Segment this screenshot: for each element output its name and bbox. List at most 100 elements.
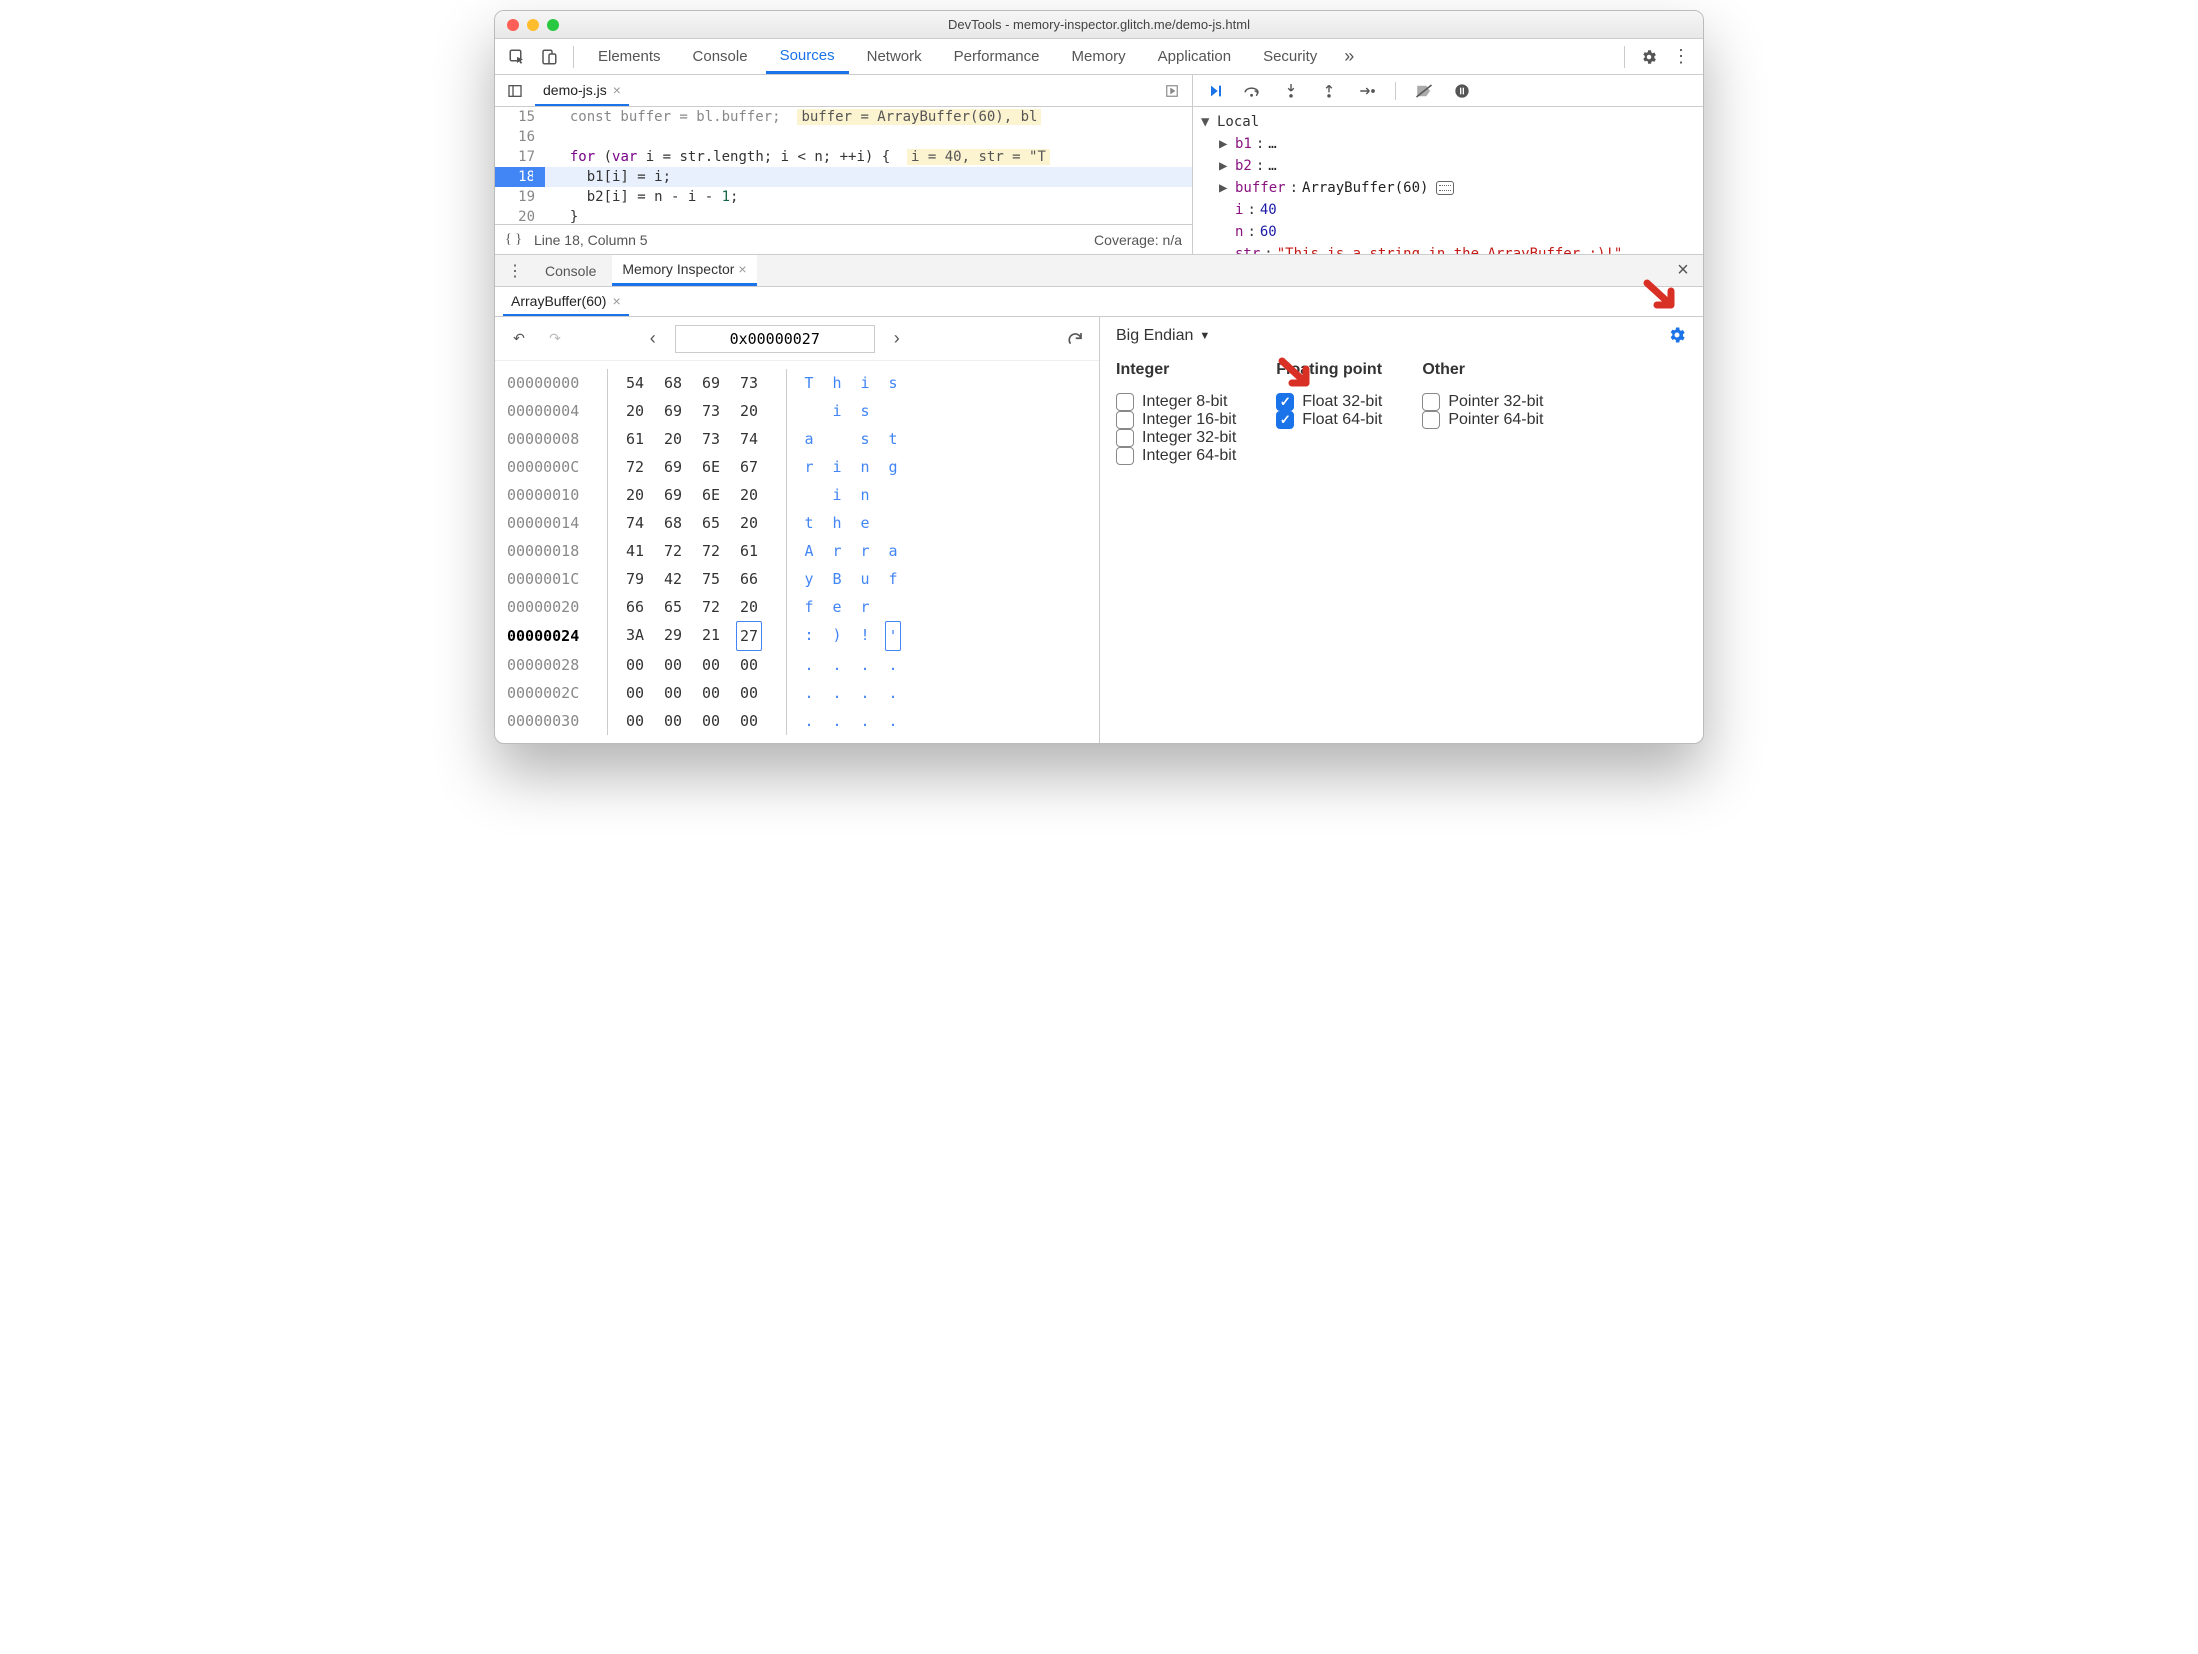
- code-line[interactable]: 20 }: [495, 207, 1192, 224]
- tab-console[interactable]: Console: [679, 39, 762, 74]
- minimize-icon[interactable]: [527, 19, 539, 31]
- integer-settings: Integer Integer 8-bitInteger 16-bitInteg…: [1116, 361, 1236, 465]
- traffic-lights: [507, 19, 559, 31]
- float-option[interactable]: Float 64-bit: [1276, 411, 1382, 429]
- code-line[interactable]: 17 for (var i = str.length; i < n; ++i) …: [495, 147, 1192, 167]
- tab-network[interactable]: Network: [853, 39, 936, 74]
- hex-row[interactable]: 0000002C00000000....: [507, 679, 1087, 707]
- hex-row[interactable]: 000000243A292127:)!': [507, 621, 1087, 651]
- endian-select[interactable]: Big Endian: [1116, 327, 1193, 345]
- nav-icon[interactable]: [501, 77, 529, 105]
- float-option[interactable]: Float 32-bit: [1276, 393, 1382, 411]
- checkbox[interactable]: [1116, 393, 1134, 411]
- hex-row[interactable]: 0000000861207374a st: [507, 425, 1087, 453]
- tab-application[interactable]: Application: [1144, 39, 1245, 74]
- scope-variable[interactable]: ▶buffer: ArrayBuffer(60): [1219, 177, 1695, 199]
- checkbox[interactable]: [1276, 393, 1294, 411]
- maximize-icon[interactable]: [547, 19, 559, 31]
- checkbox[interactable]: [1116, 411, 1134, 429]
- tab-security[interactable]: Security: [1249, 39, 1331, 74]
- hex-row[interactable]: 0000000054686973This: [507, 369, 1087, 397]
- coverage-status: Coverage: n/a: [1094, 232, 1182, 248]
- next-page-icon[interactable]: ›: [883, 325, 911, 353]
- hex-row[interactable]: 0000000420697320 is: [507, 397, 1087, 425]
- code-line[interactable]: 15 const buffer = bl.buffer; buffer = Ar…: [495, 107, 1192, 127]
- prev-page-icon[interactable]: ‹: [639, 325, 667, 353]
- inspect-icon[interactable]: [503, 43, 531, 71]
- code-line[interactable]: 18 b1[i] = i;: [495, 167, 1192, 187]
- other-settings: Other Pointer 32-bitPointer 64-bit: [1422, 361, 1543, 465]
- kebab-menu-icon[interactable]: ⋮: [1667, 43, 1695, 71]
- redo-icon[interactable]: ↷: [541, 325, 569, 353]
- hex-row[interactable]: 0000003000000000....: [507, 707, 1087, 735]
- main-tabs-bar: Elements Console Sources Network Perform…: [495, 39, 1703, 75]
- file-tab-demo-js[interactable]: demo-js.js ×: [535, 75, 629, 106]
- scope-variable[interactable]: n: 60: [1219, 221, 1695, 243]
- integer-option[interactable]: Integer 64-bit: [1116, 447, 1236, 465]
- tab-elements[interactable]: Elements: [584, 39, 675, 74]
- drawer-tab-memory-inspector[interactable]: Memory Inspector ×: [612, 255, 756, 286]
- scope-local-label: Local: [1217, 111, 1259, 133]
- pause-exceptions-icon[interactable]: [1448, 77, 1476, 105]
- checkbox[interactable]: [1276, 411, 1294, 429]
- code-line[interactable]: 19 b2[i] = n - i - 1;: [495, 187, 1192, 207]
- other-option[interactable]: Pointer 64-bit: [1422, 411, 1543, 429]
- mem-tab-arraybuffer[interactable]: ArrayBuffer(60) ×: [503, 287, 629, 316]
- device-icon[interactable]: [535, 43, 563, 71]
- close-drawer-icon[interactable]: ×: [1669, 257, 1697, 285]
- hex-row[interactable]: 0000001841727261Arra: [507, 537, 1087, 565]
- window-title: DevTools - memory-inspector.glitch.me/de…: [505, 17, 1693, 32]
- checkbox[interactable]: [1116, 447, 1134, 465]
- address-input[interactable]: [675, 325, 875, 353]
- chevron-down-icon[interactable]: ▼: [1199, 330, 1210, 342]
- tab-sources[interactable]: Sources: [766, 39, 849, 74]
- resume-icon[interactable]: [1201, 77, 1229, 105]
- integer-option[interactable]: Integer 16-bit: [1116, 411, 1236, 429]
- other-option[interactable]: Pointer 32-bit: [1422, 393, 1543, 411]
- tab-performance[interactable]: Performance: [940, 39, 1054, 74]
- integer-option[interactable]: Integer 8-bit: [1116, 393, 1236, 411]
- hex-row[interactable]: 0000001020696E20 in: [507, 481, 1087, 509]
- value-interpreter: Big Endian ▼ Integer Integer 8-bitIntege…: [1100, 317, 1703, 743]
- close-icon[interactable]: ×: [613, 82, 621, 98]
- titlebar: DevTools - memory-inspector.glitch.me/de…: [495, 11, 1703, 39]
- step-into-icon[interactable]: [1277, 77, 1305, 105]
- refresh-icon[interactable]: [1061, 325, 1089, 353]
- file-tabs: demo-js.js ×: [495, 75, 1192, 107]
- run-snippet-icon[interactable]: [1158, 77, 1186, 105]
- memory-chip-icon[interactable]: [1436, 181, 1454, 195]
- close-icon[interactable]: ×: [738, 261, 746, 277]
- pretty-print-icon[interactable]: { }: [505, 232, 522, 248]
- gear-icon[interactable]: [1635, 43, 1663, 71]
- hex-row[interactable]: 0000001C79427566yBuf: [507, 565, 1087, 593]
- checkbox[interactable]: [1116, 429, 1134, 447]
- step-over-icon[interactable]: [1239, 77, 1267, 105]
- deactivate-bp-icon[interactable]: [1410, 77, 1438, 105]
- file-tab-label: demo-js.js: [543, 82, 607, 98]
- checkbox[interactable]: [1422, 393, 1440, 411]
- scope-variable[interactable]: ▶b2: …: [1219, 155, 1695, 177]
- hex-row[interactable]: 0000001474686520the: [507, 509, 1087, 537]
- more-tabs-icon[interactable]: »: [1335, 43, 1363, 71]
- hex-row[interactable]: 0000002066657220fer: [507, 593, 1087, 621]
- float-settings: Floating point Float 32-bitFloat 64-bit: [1276, 361, 1382, 465]
- close-icon[interactable]: [507, 19, 519, 31]
- undo-icon[interactable]: ↶: [505, 325, 533, 353]
- scope-variable[interactable]: i: 40: [1219, 199, 1695, 221]
- step-icon[interactable]: [1353, 77, 1381, 105]
- close-icon[interactable]: ×: [612, 293, 620, 309]
- settings-gear-icon[interactable]: [1667, 325, 1687, 345]
- step-out-icon[interactable]: [1315, 77, 1343, 105]
- hex-row[interactable]: 0000000C72696E67ring: [507, 453, 1087, 481]
- integer-option[interactable]: Integer 32-bit: [1116, 429, 1236, 447]
- tab-memory[interactable]: Memory: [1058, 39, 1140, 74]
- drawer-tab-console[interactable]: Console: [535, 255, 606, 286]
- memory-inspector-tabs: ArrayBuffer(60) ×: [495, 287, 1703, 317]
- code-line[interactable]: 16: [495, 127, 1192, 147]
- checkbox[interactable]: [1422, 411, 1440, 429]
- scope-variable[interactable]: str: "This is a string in the ArrayBuffe…: [1219, 243, 1695, 254]
- drawer-menu-icon[interactable]: ⋮: [501, 257, 529, 285]
- drawer-tabs: ⋮ Console Memory Inspector × ×: [495, 255, 1703, 287]
- hex-row[interactable]: 0000002800000000....: [507, 651, 1087, 679]
- scope-variable[interactable]: ▶b1: …: [1219, 133, 1695, 155]
